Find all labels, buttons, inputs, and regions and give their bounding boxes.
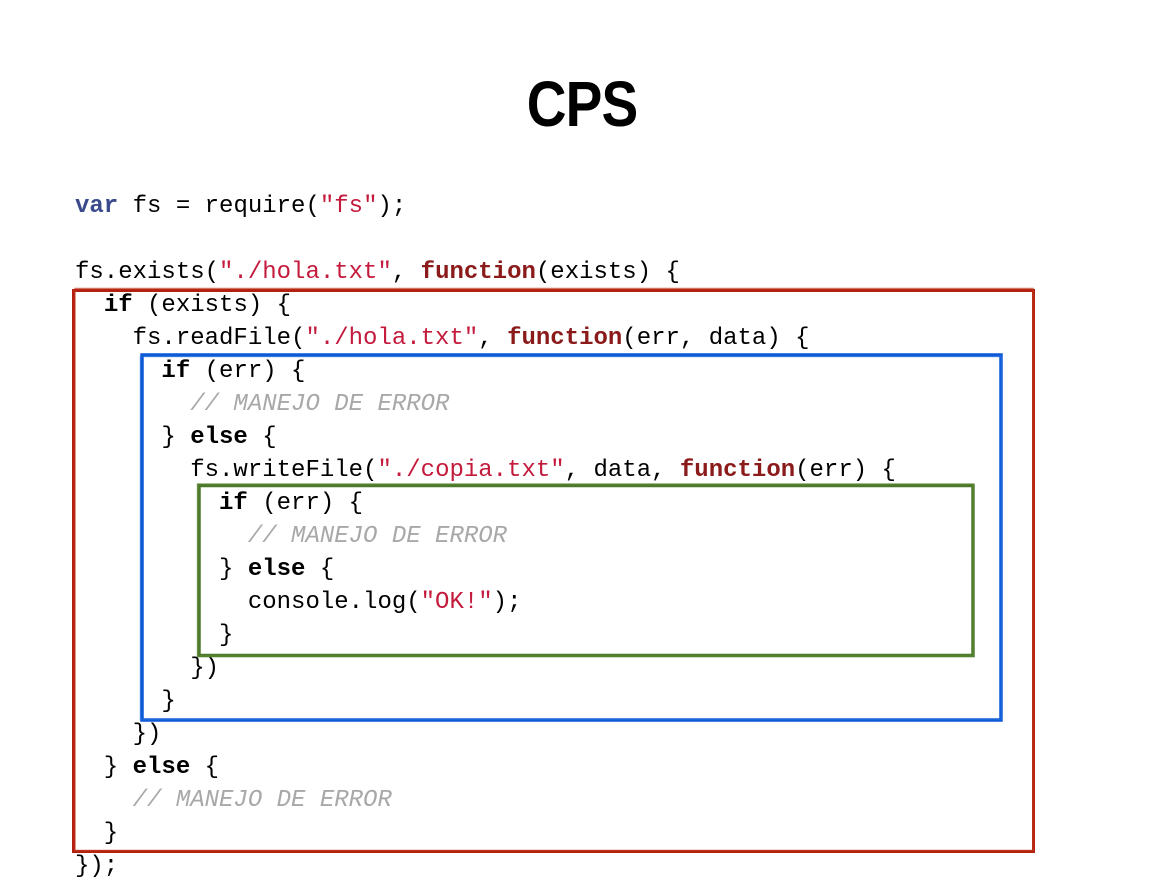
code-text: fs = require( [118, 193, 320, 220]
code-line: fs.writeFile("./copia.txt", data, functi… [75, 454, 896, 487]
code-text: ); [492, 589, 522, 616]
code-text: { [305, 556, 335, 583]
code-line: // MANEJO DE ERROR [75, 388, 896, 421]
code-text: }); [75, 853, 119, 880]
code-comment: // MANEJO DE ERROR [247, 523, 508, 550]
code-text: fs.exists( [75, 259, 220, 286]
code-line: } [75, 685, 896, 718]
code-keyword: if [103, 292, 133, 319]
code-line: // MANEJO DE ERROR [75, 784, 896, 817]
code-text: (exists) { [132, 292, 292, 319]
code-keyword: else [190, 424, 248, 451]
code-keyword: function [679, 457, 796, 484]
code-text: ); [377, 193, 407, 220]
code-line: } else { [75, 751, 896, 784]
code-line: } [75, 817, 896, 850]
code-text: , data, [564, 457, 680, 484]
code-line: if (err) { [75, 355, 896, 388]
code-keyword: var [75, 193, 119, 220]
code-line: if (exists) { [75, 289, 896, 322]
code-text: } [75, 556, 248, 583]
code-block: var fs = require("fs"); fs.exists("./hol… [75, 190, 896, 883]
code-string: "./copia.txt" [377, 457, 565, 484]
code-line: if (err) { [75, 487, 896, 520]
code-text: (exists) { [535, 259, 680, 286]
code-text: fs.readFile( [75, 325, 306, 352]
code-text: , [391, 259, 421, 286]
code-line: var fs = require("fs"); [75, 190, 896, 223]
code-text: (err) { [795, 457, 896, 484]
code-line: } else { [75, 421, 896, 454]
code-keyword: if [161, 358, 191, 385]
code-line: fs.readFile("./hola.txt", function(err, … [75, 322, 896, 355]
code-line: // MANEJO DE ERROR [75, 520, 896, 553]
code-text: } [75, 820, 119, 847]
code-keyword: if [219, 490, 248, 517]
code-text: , [478, 325, 508, 352]
code-line: }) [75, 718, 896, 751]
code-line: }); [75, 850, 896, 883]
code-keyword: else [247, 556, 306, 583]
code-text: (err) { [247, 490, 364, 517]
code-line: fs.exists("./hola.txt", function(exists)… [75, 256, 896, 289]
code-line: } [75, 619, 896, 652]
code-string: "fs" [319, 193, 378, 220]
code-text: (err, data) { [622, 325, 810, 352]
code-line: } else { [75, 553, 896, 586]
code-text: fs.writeFile( [75, 457, 378, 484]
code-keyword: function [420, 259, 536, 286]
code-comment: // MANEJO DE ERROR [132, 787, 392, 814]
code-text: }) [75, 655, 220, 682]
code-text: { [190, 754, 220, 781]
code-string: "./hola.txt" [305, 325, 479, 352]
code-line: }) [75, 652, 896, 685]
code-text: console.log( [75, 589, 421, 616]
code-text: { [247, 424, 277, 451]
code-text: } [75, 424, 191, 451]
code-text: (err) { [190, 358, 306, 385]
code-text: } [75, 622, 234, 649]
slide-title: CPS [526, 68, 638, 140]
code-text: } [75, 688, 176, 715]
code-string: "./hola.txt" [219, 259, 392, 286]
code-comment: // MANEJO DE ERROR [190, 391, 450, 418]
code-keyword: function [507, 325, 623, 352]
code-text: }) [75, 721, 162, 748]
code-text: } [75, 754, 133, 781]
code-line: console.log("OK!"); [75, 586, 896, 619]
code-keyword: else [132, 754, 191, 781]
code-string: "OK!" [420, 589, 493, 616]
